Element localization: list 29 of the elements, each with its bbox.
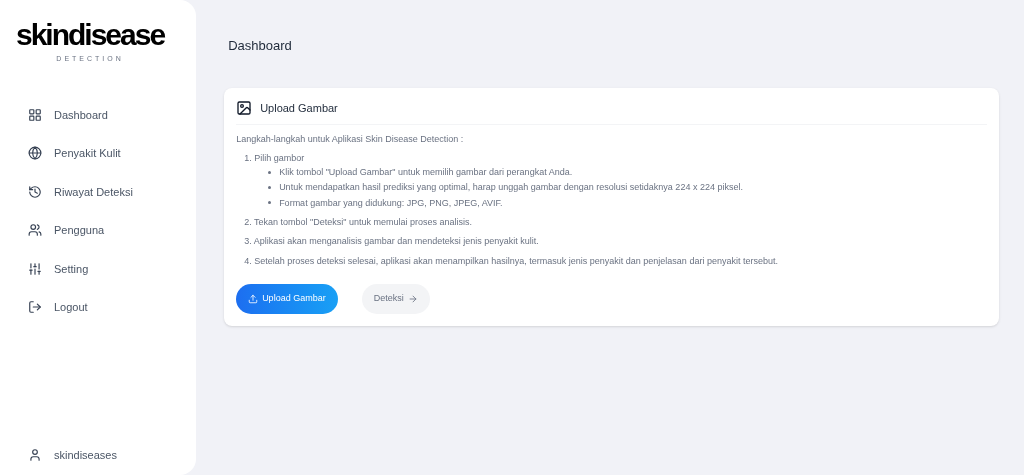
step-text: 2. Tekan tombol "Deteksi" untuk memulai proses analisis. — [244, 216, 473, 230]
sidebar-item[interactable]: Pengguna — [16, 216, 181, 245]
intro-text: Langkah-langkah untuk Aplikasi Skin Disease Detection : — [236, 133, 465, 146]
dashboard-icon — [28, 107, 42, 122]
sidebar-item[interactable]: Penyakit Kulit — [16, 139, 181, 168]
bullet-text: Format gambar yang didukung: JPG, PNG, JPEG, AVIF. — [279, 196, 503, 210]
user-icon — [28, 447, 42, 462]
step-text: 4. Setelah proses deteksi selesai, aplikasi akan menampilkan hasilnya, termasuk jenis penyakit dan penjelasan dari penyakit tersebut. — [244, 254, 779, 268]
users-icon — [28, 223, 42, 238]
sidebar-item[interactable]: Riwayat Deteksi — [16, 177, 181, 206]
image-icon — [236, 99, 253, 116]
sidebar-item[interactable]: Setting — [16, 254, 181, 283]
step-text: 3. Aplikasi akan menganalisis gambar dan mendeteksi jenis penyakit kulit. — [244, 235, 540, 249]
logo-title: skindisease — [16, 20, 165, 50]
card-title: Upload Gambar — [260, 100, 338, 116]
settings-icon — [28, 261, 42, 276]
sidebar-item[interactable]: Logout — [16, 293, 181, 322]
disease-icon — [28, 146, 42, 161]
sidebar-item[interactable]: Dashboard — [16, 100, 181, 129]
bullet-text: Klik tombol "Upload Gambar" untuk memilih gambar dari perangkat Anda. — [279, 165, 573, 179]
logout-icon — [28, 300, 42, 315]
page-title: Dashboard — [227, 37, 293, 55]
bullet-text: Untuk mendapatkan hasil prediksi yang optimal, harap unggah gambar dengan resolusi setidaknya 224 x 224 piksel. — [279, 181, 743, 195]
arrow-icon — [407, 294, 418, 305]
upload-button[interactable]: Upload Gambar — [236, 284, 338, 315]
history-icon — [28, 184, 42, 199]
upload-icon — [248, 294, 259, 305]
step-text: 1. Pilih gambor — [244, 151, 306, 165]
username: skindiseases — [54, 447, 117, 463]
